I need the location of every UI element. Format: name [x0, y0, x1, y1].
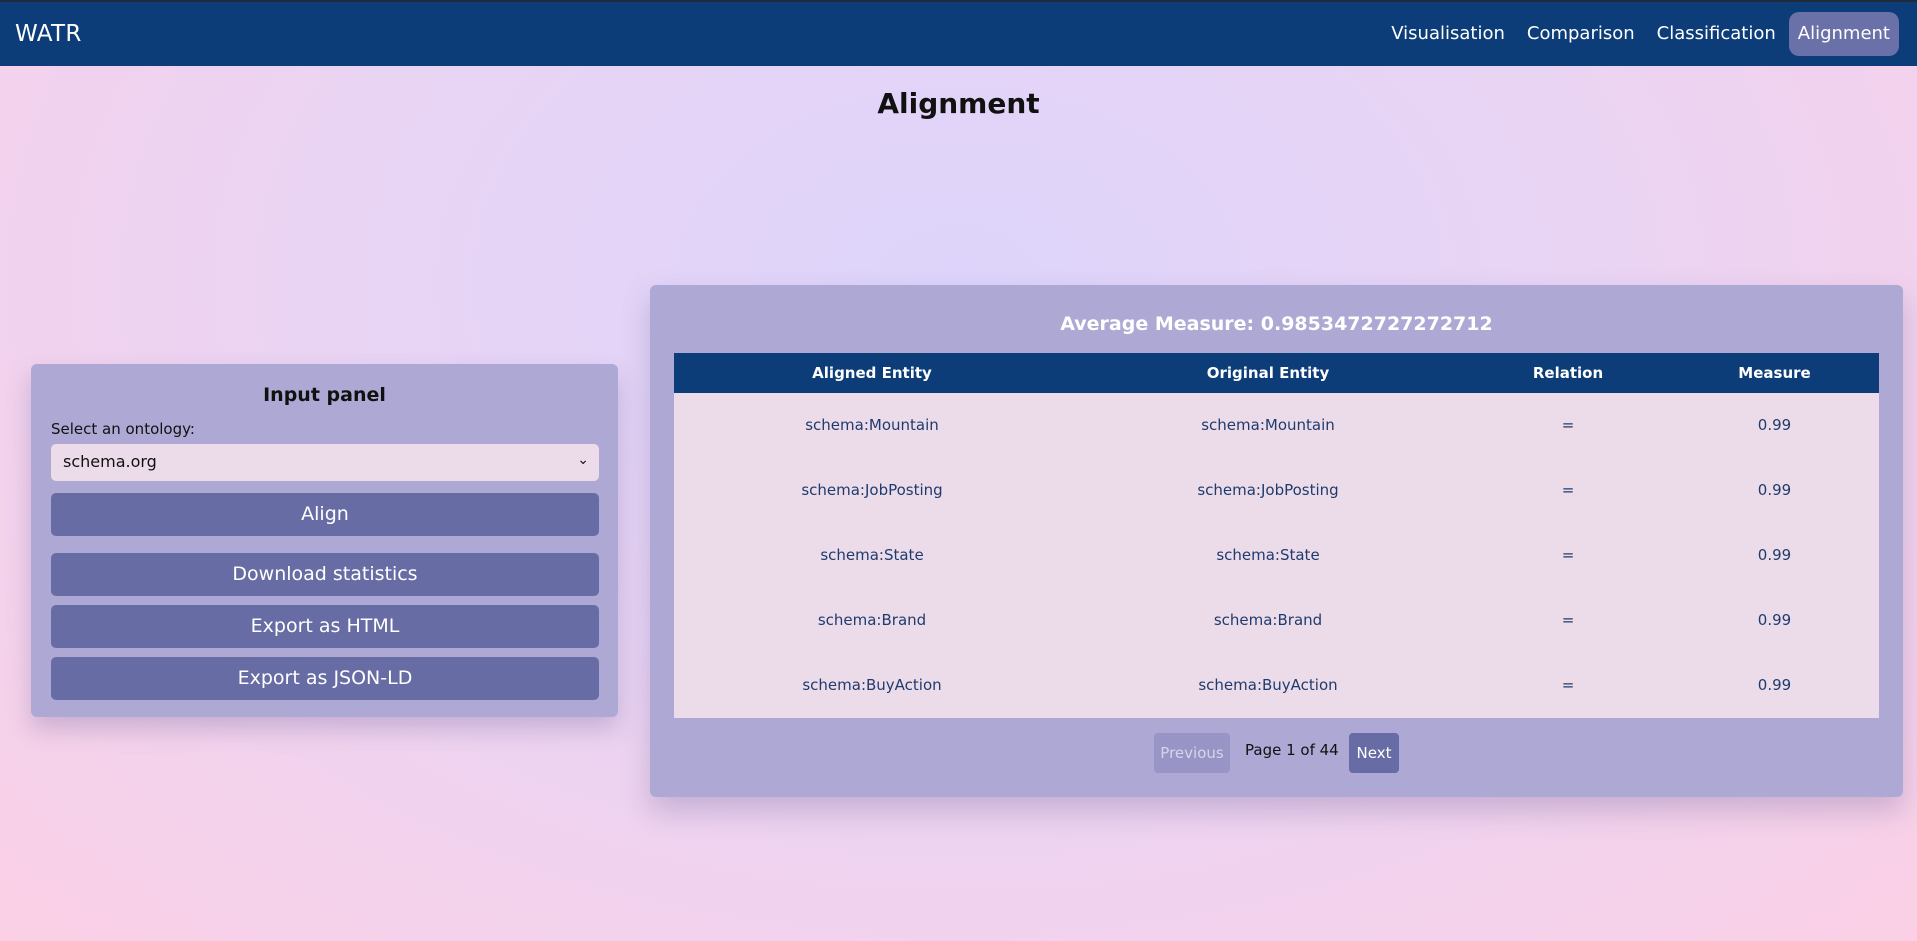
table-body: schema:Mountain schema:Mountain = 0.99 s… [674, 393, 1879, 718]
aligned-entity-cell: schema:BuyAction [802, 676, 942, 694]
download-statistics-button[interactable]: Download statistics [51, 553, 599, 596]
measure-cell: 0.99 [1757, 676, 1792, 694]
relation-cell: = [1561, 676, 1575, 694]
top-navbar: WATR Visualisation Comparison Classifica… [0, 0, 1917, 66]
nav-item-classification[interactable]: Classification [1648, 12, 1785, 56]
nav-item-visualisation[interactable]: Visualisation [1382, 12, 1514, 56]
input-panel: Input panel Select an ontology: schema.o… [31, 364, 618, 717]
ontology-select[interactable]: schema.org ⌄ [51, 444, 599, 481]
aligned-entity-cell: schema:State [820, 546, 924, 564]
table-row: schema:BuyAction schema:BuyAction = 0.99 [674, 653, 1879, 718]
column-header-original-entity: Original Entity [1206, 364, 1330, 382]
input-panel-title: Input panel [263, 384, 386, 406]
alignment-table: Aligned Entity Original Entity Relation … [674, 353, 1879, 718]
brand-logo[interactable]: WATR [15, 21, 82, 47]
export-jsonld-button[interactable]: Export as JSON-LD [51, 657, 599, 700]
table-row: schema:Brand schema:Brand = 0.99 [674, 588, 1879, 653]
nav-item-comparison[interactable]: Comparison [1518, 12, 1644, 56]
chevron-down-icon: ⌄ [577, 452, 589, 468]
relation-cell: = [1561, 416, 1575, 434]
column-header-relation: Relation [1532, 364, 1604, 382]
original-entity-cell: schema:Brand [1213, 611, 1323, 629]
aligned-entity-cell: schema:Brand [817, 611, 927, 629]
column-header-measure: Measure [1738, 364, 1811, 382]
nav-item-alignment[interactable]: Alignment [1788, 12, 1899, 56]
original-entity-cell: schema:BuyAction [1198, 676, 1338, 694]
measure-cell: 0.99 [1757, 416, 1792, 434]
original-entity-cell: schema:State [1216, 546, 1320, 564]
measure-cell: 0.99 [1757, 611, 1792, 629]
relation-cell: = [1561, 481, 1575, 499]
page-indicator: Page 1 of 44 [1245, 741, 1339, 759]
pagination: Previous Page 1 of 44 Next [650, 733, 1903, 773]
measure-cell: 0.99 [1757, 481, 1792, 499]
table-row: schema:JobPosting schema:JobPosting = 0.… [674, 458, 1879, 523]
previous-page-button[interactable]: Previous [1154, 733, 1230, 773]
relation-cell: = [1561, 546, 1575, 564]
table-header: Aligned Entity Original Entity Relation … [674, 353, 1879, 393]
next-page-button[interactable]: Next [1349, 733, 1399, 773]
table-row: schema:Mountain schema:Mountain = 0.99 [674, 393, 1879, 458]
column-header-aligned-entity: Aligned Entity [812, 364, 932, 382]
aligned-entity-cell: schema:JobPosting [801, 481, 943, 499]
table-row: schema:State schema:State = 0.99 [674, 523, 1879, 588]
ontology-select-label: Select an ontology: [51, 420, 195, 438]
export-html-button[interactable]: Export as HTML [51, 605, 599, 648]
align-button[interactable]: Align [51, 493, 599, 536]
original-entity-cell: schema:JobPosting [1197, 481, 1339, 499]
page-title: Alignment [877, 87, 1040, 120]
relation-cell: = [1561, 611, 1575, 629]
average-measure: Average Measure: 0.9853472727272712 [1060, 313, 1493, 335]
ontology-select-value: schema.org [63, 452, 157, 471]
nav-menu: Visualisation Comparison Classification … [1382, 12, 1899, 56]
original-entity-cell: schema:Mountain [1201, 416, 1335, 434]
aligned-entity-cell: schema:Mountain [805, 416, 939, 434]
results-panel: Average Measure: 0.9853472727272712 Alig… [650, 285, 1903, 797]
measure-cell: 0.99 [1757, 546, 1792, 564]
